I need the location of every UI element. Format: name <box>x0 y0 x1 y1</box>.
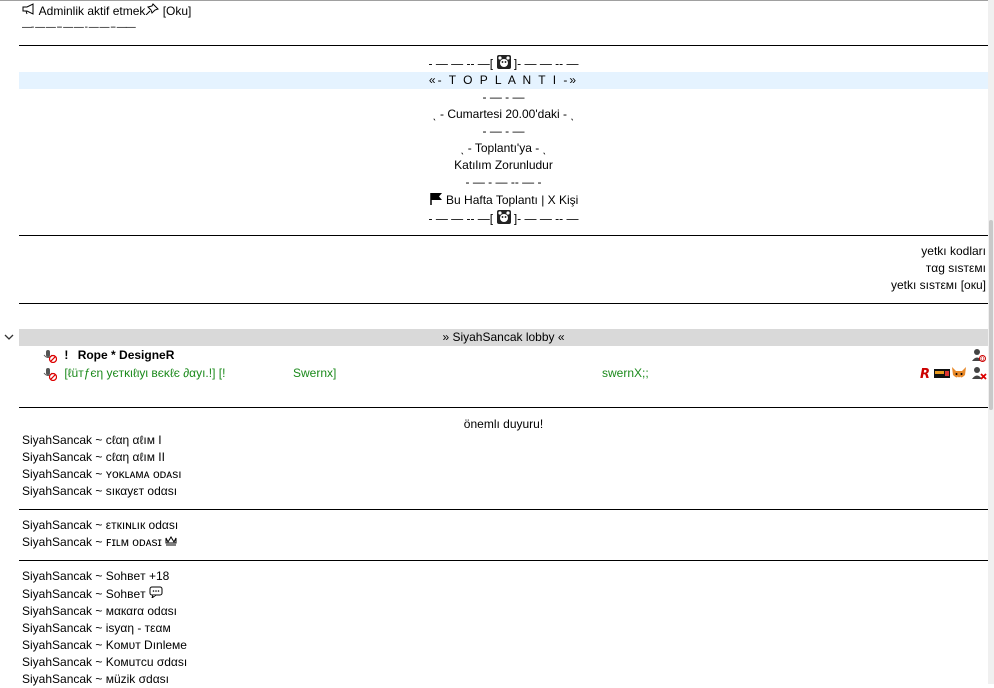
client-row-rope[interactable]: ! Rope * DesigneR <box>43 347 174 364</box>
channel-clan-alim-1[interactable]: SiyahSancak ~ cℓαη αℓıм I <box>22 432 162 449</box>
muted-mic-icon <box>43 367 58 381</box>
deco-text: ]- — — -- — <box>513 211 579 226</box>
channel-sohbet-18[interactable]: SiyahSancak ~ Sohвeт +18 <box>22 568 169 585</box>
channel-admin-activation[interactable]: Adminlik aktif etmek [Oku] <box>22 3 191 20</box>
svg-text:R: R <box>920 367 930 380</box>
svg-text:Q: Q <box>981 357 985 363</box>
channel-etkinlik-odasi[interactable]: SiyahSancak ~ εткıɴʟıк odαѕı <box>22 517 178 534</box>
badge-r-icon: R <box>919 366 932 383</box>
deco-text: ]- — — -- — <box>513 56 579 71</box>
separator-4 <box>19 407 988 408</box>
user-query-icon: Q <box>972 348 986 365</box>
deco-text: - — — -- —[ <box>428 211 494 226</box>
window-top-border <box>0 0 994 1</box>
channel-clan-alim-2[interactable]: SiyahSancak ~ cℓαη αℓıм II <box>22 449 165 466</box>
channel-label: SiyahSancak ~ ꜰɪʟᴍ ᴏᴅᴀѕɪ <box>22 535 162 549</box>
meeting-deco-3[interactable]: - — - — -- — - <box>19 174 988 191</box>
separator-6 <box>19 560 988 561</box>
vertical-scrollbar[interactable] <box>988 0 994 684</box>
deco-text: - — — -- —[ <box>428 56 494 71</box>
channel-komut-dinleme[interactable]: SiyahSancak ~ Koмυт Dınleмe <box>22 637 187 654</box>
crown-icon <box>165 534 177 551</box>
meeting-title[interactable]: «- T O P L A N T I -» <box>19 72 988 89</box>
week-label: Bu Hafta Toplantı | X Kişi <box>446 193 579 208</box>
badge-card-icon <box>934 366 950 383</box>
channel-isyan-team[interactable]: SiyahSancak ~ isyαη - тεαм <box>22 620 171 637</box>
separator-5 <box>19 509 988 510</box>
separator-2 <box>19 235 988 236</box>
channel-komutcu-odasi[interactable]: SiyahSancak ~ Koмuтcu σdαsı <box>22 654 187 671</box>
channel-sohbet[interactable]: SiyahSancak ~ Sohвeт <box>22 586 163 603</box>
channel-film-odasi[interactable]: SiyahSancak ~ ꜰɪʟᴍ ᴏᴅᴀѕɪ <box>22 534 177 551</box>
user1-prefix: ! <box>64 348 69 362</box>
channel-onemli-duyuru[interactable]: önemlı duyuru! <box>19 416 988 433</box>
channel-yoklama-odasi[interactable]: SiyahSancak ~ ʏᴏᴋʟᴀᴍᴀ ᴏᴅᴀsı <box>22 466 182 483</box>
channel-yetki-kodlari[interactable]: yetkı kodları <box>921 243 986 260</box>
meeting-toplanti[interactable]: ˎ - Toplantı'ya - ˎ <box>19 140 988 157</box>
channel-sikayet-odasi[interactable]: SiyahSancak ~ ѕıкαуεт odαѕı <box>22 483 177 500</box>
channel-lobby[interactable]: » SiyahSancak lobby « <box>19 329 988 346</box>
meeting-deco-bottom[interactable]: - — — -- —[ ]- — — -- — <box>19 210 988 227</box>
channel-tag-sistemi[interactable]: тαg ѕıѕтεмı <box>926 260 986 277</box>
bear-face-icon <box>496 210 511 229</box>
fox-badge-icon <box>951 365 967 384</box>
channel-label: SiyahSancak ~ Sohвeт <box>22 587 146 601</box>
channel-yetki-sistemi[interactable]: yetkı ѕıѕтεмı [oкu] <box>891 277 986 294</box>
meeting-katilim[interactable]: Katılım Zorunludur <box>19 157 988 174</box>
meeting-deco-1[interactable]: - — - — <box>19 89 988 106</box>
scrollbar-thumb[interactable] <box>989 220 993 410</box>
user2-text-b: Swernx] <box>293 366 337 380</box>
speech-bubble-icon <box>149 586 163 603</box>
meeting-week[interactable]: Bu Hafta Toplantı | X Kişi <box>19 192 988 209</box>
channel-muzik-odasi[interactable]: SiyahSancak ~ мüzik σdαsı <box>22 671 169 688</box>
muted-mic-icon <box>43 349 58 363</box>
client-row-waiting[interactable]: [ℓüтƒєη уєтĸιℓιуι вєĸℓє ∂αуı.!] [! <box>43 365 225 382</box>
meeting-time[interactable]: ˎ - Cumartesi 20.00'daki - ˎ <box>19 106 988 123</box>
user2-text-c: swernX;; <box>602 366 649 380</box>
dash-divider-text: —- — — -- — — - — — -- —— <box>22 22 136 33</box>
meeting-deco-2[interactable]: - — - — <box>19 123 988 140</box>
separator-1 <box>19 45 988 46</box>
user-banned-icon <box>972 366 987 383</box>
channel-makara-odasi[interactable]: SiyahSancak ~ мαкαrα odαѕı <box>22 603 177 620</box>
admin-line-label: Adminlik aktif etmek <box>38 4 146 18</box>
meeting-deco-top[interactable]: - — — -- —[ ]- — — -- — <box>19 55 988 72</box>
megaphone-icon <box>22 3 36 20</box>
user2-text-a: [ℓüтƒєη уєтĸιℓιуι вєĸℓє ∂αуı.!] [! <box>64 366 226 380</box>
collapse-chevron-icon[interactable] <box>3 331 15 345</box>
separator-3 <box>19 303 988 304</box>
user1-name: Rope * DesigneR <box>77 348 175 362</box>
admin-line-suffix: [Oku] <box>162 4 192 18</box>
flag-icon <box>429 192 443 210</box>
pin-icon <box>145 3 160 20</box>
